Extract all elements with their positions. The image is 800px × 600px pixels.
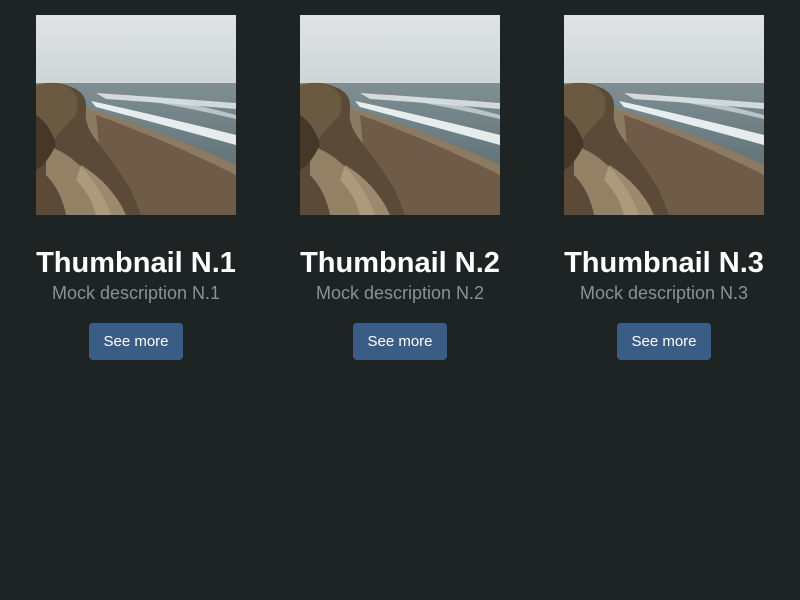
thumbnail-image (36, 15, 236, 215)
thumbnail-description: Mock description N.3 (579, 283, 749, 303)
thumbnail-description: Mock description N.2 (315, 283, 485, 303)
thumbnail-image (564, 15, 764, 215)
thumbnail-card: Thumbnail N.2 Mock description N.2 See m… (300, 15, 500, 360)
thumbnail-description: Mock description N.1 (51, 283, 221, 303)
thumbnail-title: Thumbnail N.3 (564, 247, 764, 279)
thumbnail-title: Thumbnail N.1 (36, 247, 236, 279)
thumbnail-title: Thumbnail N.2 (300, 247, 500, 279)
thumbnail-card: Thumbnail N.3 Mock description N.3 See m… (564, 15, 764, 360)
thumbnail-image (300, 15, 500, 215)
see-more-button[interactable]: See more (353, 323, 447, 360)
see-more-button[interactable]: See more (89, 323, 183, 360)
thumbnail-grid: Thumbnail N.1 Mock description N.1 See m… (0, 0, 800, 600)
thumbnail-card: Thumbnail N.1 Mock description N.1 See m… (36, 15, 236, 360)
see-more-button[interactable]: See more (617, 323, 711, 360)
